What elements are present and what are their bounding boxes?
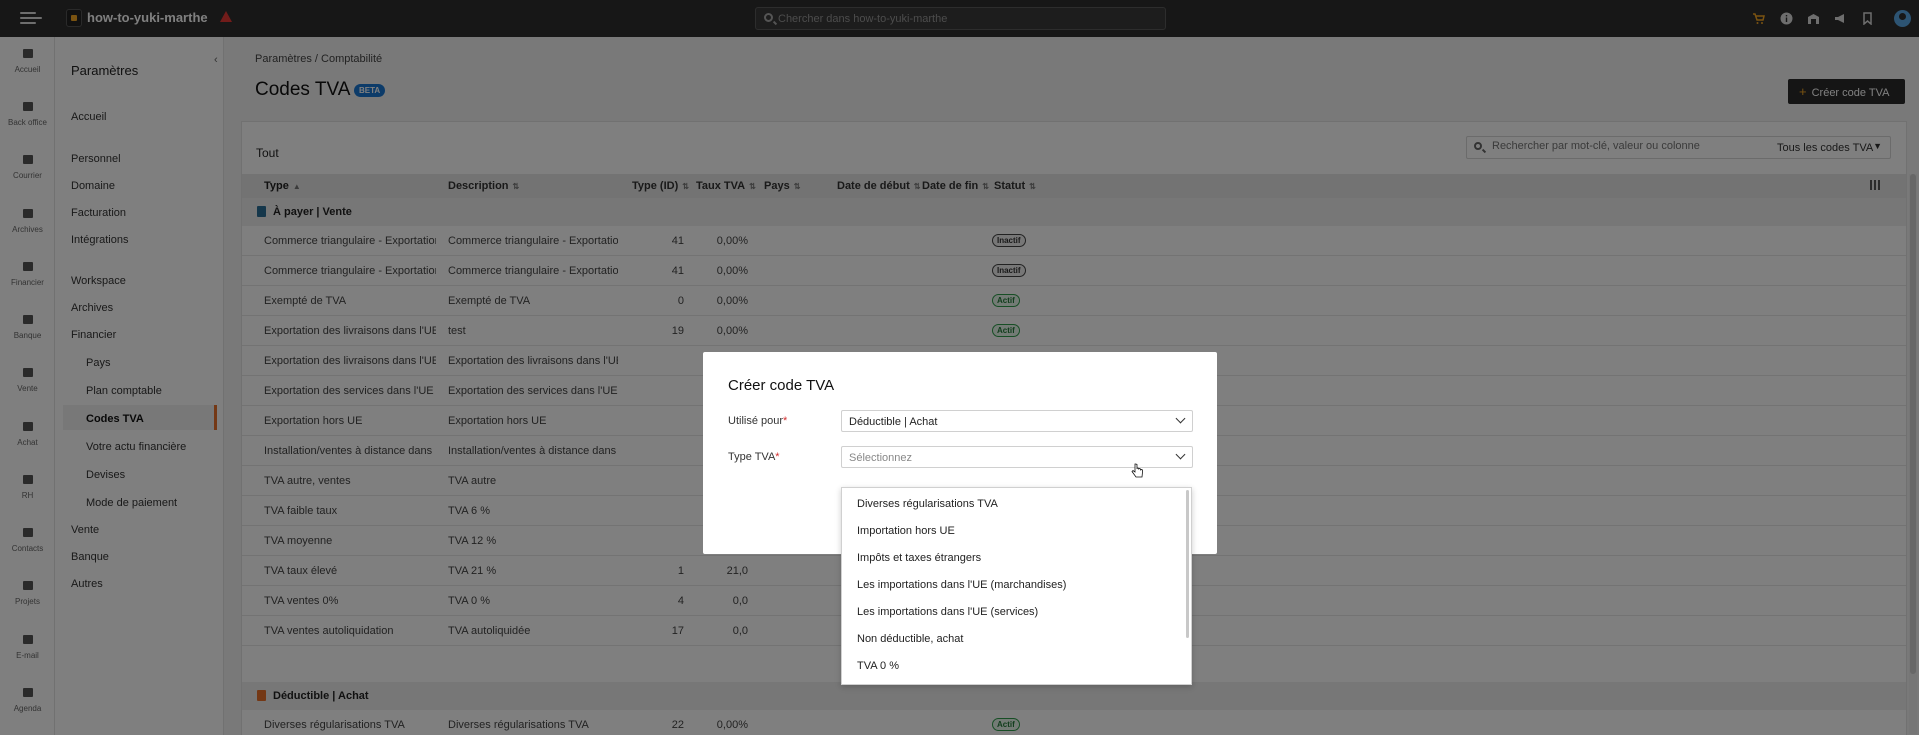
vat-type-label: Type TVA* bbox=[728, 451, 780, 463]
used-for-label: Utilisé pour* bbox=[728, 415, 788, 427]
modal-title: Créer code TVA bbox=[728, 377, 835, 394]
option-item[interactable]: Non déductible, achat bbox=[857, 633, 963, 645]
hand-cursor-icon bbox=[1131, 463, 1143, 478]
option-item[interactable]: Diverses régularisations TVA bbox=[857, 498, 998, 510]
option-item[interactable]: Importation hors UE bbox=[857, 525, 955, 537]
chevron-down-icon bbox=[1175, 413, 1186, 424]
vat-type-options: Diverses régularisations TVA Importation… bbox=[841, 487, 1192, 685]
option-item[interactable]: Impôts et taxes étrangers bbox=[857, 552, 981, 564]
option-item[interactable]: Les importations dans l'UE (services) bbox=[857, 606, 1038, 618]
used-for-select[interactable]: Déductible | Achat bbox=[841, 410, 1193, 432]
option-item[interactable]: TVA 0 % bbox=[857, 660, 899, 672]
option-item[interactable]: Les importations dans l'UE (marchandises… bbox=[857, 579, 1066, 591]
dropdown-scrollbar[interactable] bbox=[1186, 490, 1189, 638]
chevron-down-icon bbox=[1175, 449, 1186, 460]
